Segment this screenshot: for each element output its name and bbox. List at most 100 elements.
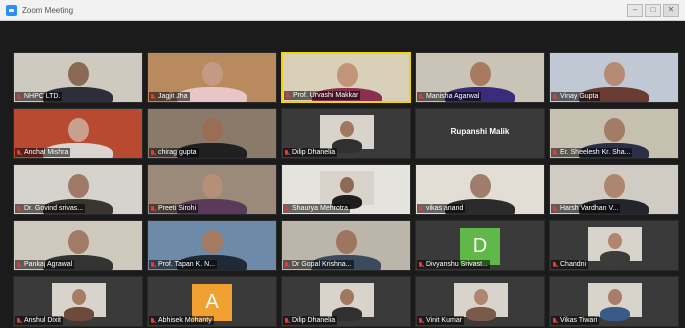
- mic-muted-icon: [16, 93, 22, 100]
- participant-name-label: Dr. Govind srivas...: [15, 204, 86, 213]
- participant-name-label: Er. Sheelesh Kr. Sha...: [551, 148, 633, 157]
- participant-name: Abhisek Mohanty: [158, 317, 212, 324]
- participant-name-label: Pankaj Agrawal: [15, 260, 75, 269]
- participant-tile[interactable]: Vikas Tiwari: [549, 276, 679, 327]
- participant-name-label: Anchal Mishra: [15, 148, 71, 157]
- mic-muted-icon: [418, 205, 424, 212]
- participant-tile[interactable]: NHPC LTD.: [13, 52, 143, 103]
- participant-face: [202, 230, 223, 254]
- participant-tile[interactable]: chirag gupta: [147, 108, 277, 159]
- mic-muted-icon: [552, 205, 558, 212]
- window-titlebar: Zoom Meeting – □ ✕: [0, 0, 685, 21]
- participant-name-label: NHPC LTD.: [15, 92, 63, 101]
- mic-muted-icon: [16, 261, 22, 268]
- participant-name: Chandni: [560, 261, 587, 268]
- participant-tile[interactable]: vikas anand: [415, 164, 545, 215]
- participant-name-label: Dilip Dhanelia: [283, 316, 338, 325]
- participant-name: Prof. Tapan K. N...: [158, 261, 216, 268]
- minimize-button[interactable]: –: [627, 4, 643, 17]
- mic-muted-icon: [552, 93, 558, 100]
- participant-tile[interactable]: Vinay Gupta: [549, 52, 679, 103]
- mic-muted-icon: [284, 205, 290, 212]
- mic-muted-icon: [16, 205, 22, 212]
- participant-face: [340, 121, 354, 137]
- participant-tile[interactable]: Rupanshi MalikRupanshi Malik: [415, 108, 545, 159]
- participant-face: [72, 289, 86, 305]
- participant-name-label: Anshul Dixit: [15, 316, 63, 325]
- participant-tile[interactable]: Manisha Agarwal: [415, 52, 545, 103]
- video-frame: [320, 283, 374, 321]
- participant-name-label: Divyanshu Srivast...: [417, 260, 490, 269]
- participant-video: [600, 307, 630, 321]
- mic-muted-icon: [418, 261, 424, 268]
- participant-tile[interactable]: Dr Gopal Krishna...: [281, 220, 411, 271]
- participant-name-label: Jagjit Jha: [149, 92, 190, 101]
- participant-name: Vinit Kumar: [426, 317, 463, 324]
- participant-name: Dilip Dhanelia: [292, 149, 336, 156]
- participant-tile[interactable]: Dr. Govind srivas...: [13, 164, 143, 215]
- participant-video: [64, 307, 94, 321]
- participant-name-label: Dr Gopal Krishna...: [283, 260, 354, 269]
- participant-tile[interactable]: D Divyanshu Srivast...: [415, 220, 545, 271]
- participant-name: Dr Gopal Krishna...: [292, 261, 352, 268]
- participant-tile[interactable]: Er. Sheelesh Kr. Sha...: [549, 108, 679, 159]
- participant-name-label: Shaurya Mehrotra: [283, 204, 351, 213]
- participant-tile[interactable]: Shaurya Mehrotra: [281, 164, 411, 215]
- participant-name: Vinay Gupta: [560, 93, 599, 100]
- mic-muted-icon: [552, 317, 558, 324]
- participant-face: [336, 230, 357, 254]
- mic-muted-icon: [284, 149, 290, 156]
- participant-face: [340, 177, 354, 193]
- mic-muted-icon: [150, 93, 156, 100]
- mic-muted-icon: [150, 205, 156, 212]
- participant-face: [474, 289, 488, 305]
- participant-name-label: Prof. Urvashi Makkar: [284, 91, 361, 100]
- mic-muted-icon: [150, 317, 156, 324]
- participant-name: Anchal Mishra: [24, 149, 69, 156]
- participant-name: chirag gupta: [158, 149, 197, 156]
- participant-name: NHPC LTD.: [24, 93, 61, 100]
- participant-name-label: Abhisek Mohanty: [149, 316, 214, 325]
- participant-name: Prof. Urvashi Makkar: [293, 92, 359, 99]
- maximize-button[interactable]: □: [645, 4, 661, 17]
- participant-face: [337, 63, 358, 87]
- participant-name: Preeti Sirohi: [158, 205, 197, 212]
- participant-tile[interactable]: Anshul Dixit: [13, 276, 143, 327]
- participant-tile[interactable]: A Abhisek Mohanty: [147, 276, 277, 327]
- mic-muted-icon: [552, 149, 558, 156]
- mic-muted-icon: [285, 92, 291, 99]
- participant-name-label: vikas anand: [417, 204, 466, 213]
- participant-name: Dilip Dhanelia: [292, 317, 336, 324]
- participant-tile[interactable]: Harsh Vardhan V...: [549, 164, 679, 215]
- participant-name-label: Preeti Sirohi: [149, 204, 199, 213]
- video-frame: [454, 283, 508, 321]
- participant-name: vikas anand: [426, 205, 464, 212]
- participant-name: Shaurya Mehrotra: [292, 205, 349, 212]
- participant-tile[interactable]: Dilip Dhanelia: [281, 276, 411, 327]
- participant-face: [68, 62, 89, 86]
- mic-muted-icon: [418, 93, 424, 100]
- mic-muted-icon: [552, 261, 558, 268]
- participant-tile[interactable]: Preeti Sirohi: [147, 164, 277, 215]
- participant-name: Dr. Govind srivas...: [24, 205, 84, 212]
- participant-face: [202, 62, 223, 86]
- gallery-view-grid: NHPC LTD. Jagjit Jha Prof. Urvashi Makkar M…: [13, 52, 685, 328]
- participant-name: Anshul Dixit: [24, 317, 61, 324]
- participant-face: [202, 174, 223, 198]
- participant-face: [604, 174, 625, 198]
- participant-name: Divyanshu Srivast...: [426, 261, 488, 268]
- participant-tile[interactable]: Prof. Urvashi Makkar: [281, 52, 411, 103]
- participant-tile[interactable]: Dilip Dhanelia: [281, 108, 411, 159]
- mic-muted-icon: [16, 317, 22, 324]
- participant-display-name: Rupanshi Malik: [450, 127, 510, 136]
- close-button[interactable]: ✕: [663, 4, 679, 17]
- participant-tile[interactable]: Anchal Mishra: [13, 108, 143, 159]
- video-frame: [320, 115, 374, 153]
- participant-tile[interactable]: Pankaj Agrawal: [13, 220, 143, 271]
- participant-tile[interactable]: Vinit Kumar: [415, 276, 545, 327]
- participant-name-label: Dilip Dhanelia: [283, 148, 338, 157]
- participant-tile[interactable]: Jagjit Jha: [147, 52, 277, 103]
- participant-tile[interactable]: Chandni: [549, 220, 679, 271]
- participant-tile[interactable]: Prof. Tapan K. N...: [147, 220, 277, 271]
- participant-name-label: Vikas Tiwari: [551, 316, 600, 325]
